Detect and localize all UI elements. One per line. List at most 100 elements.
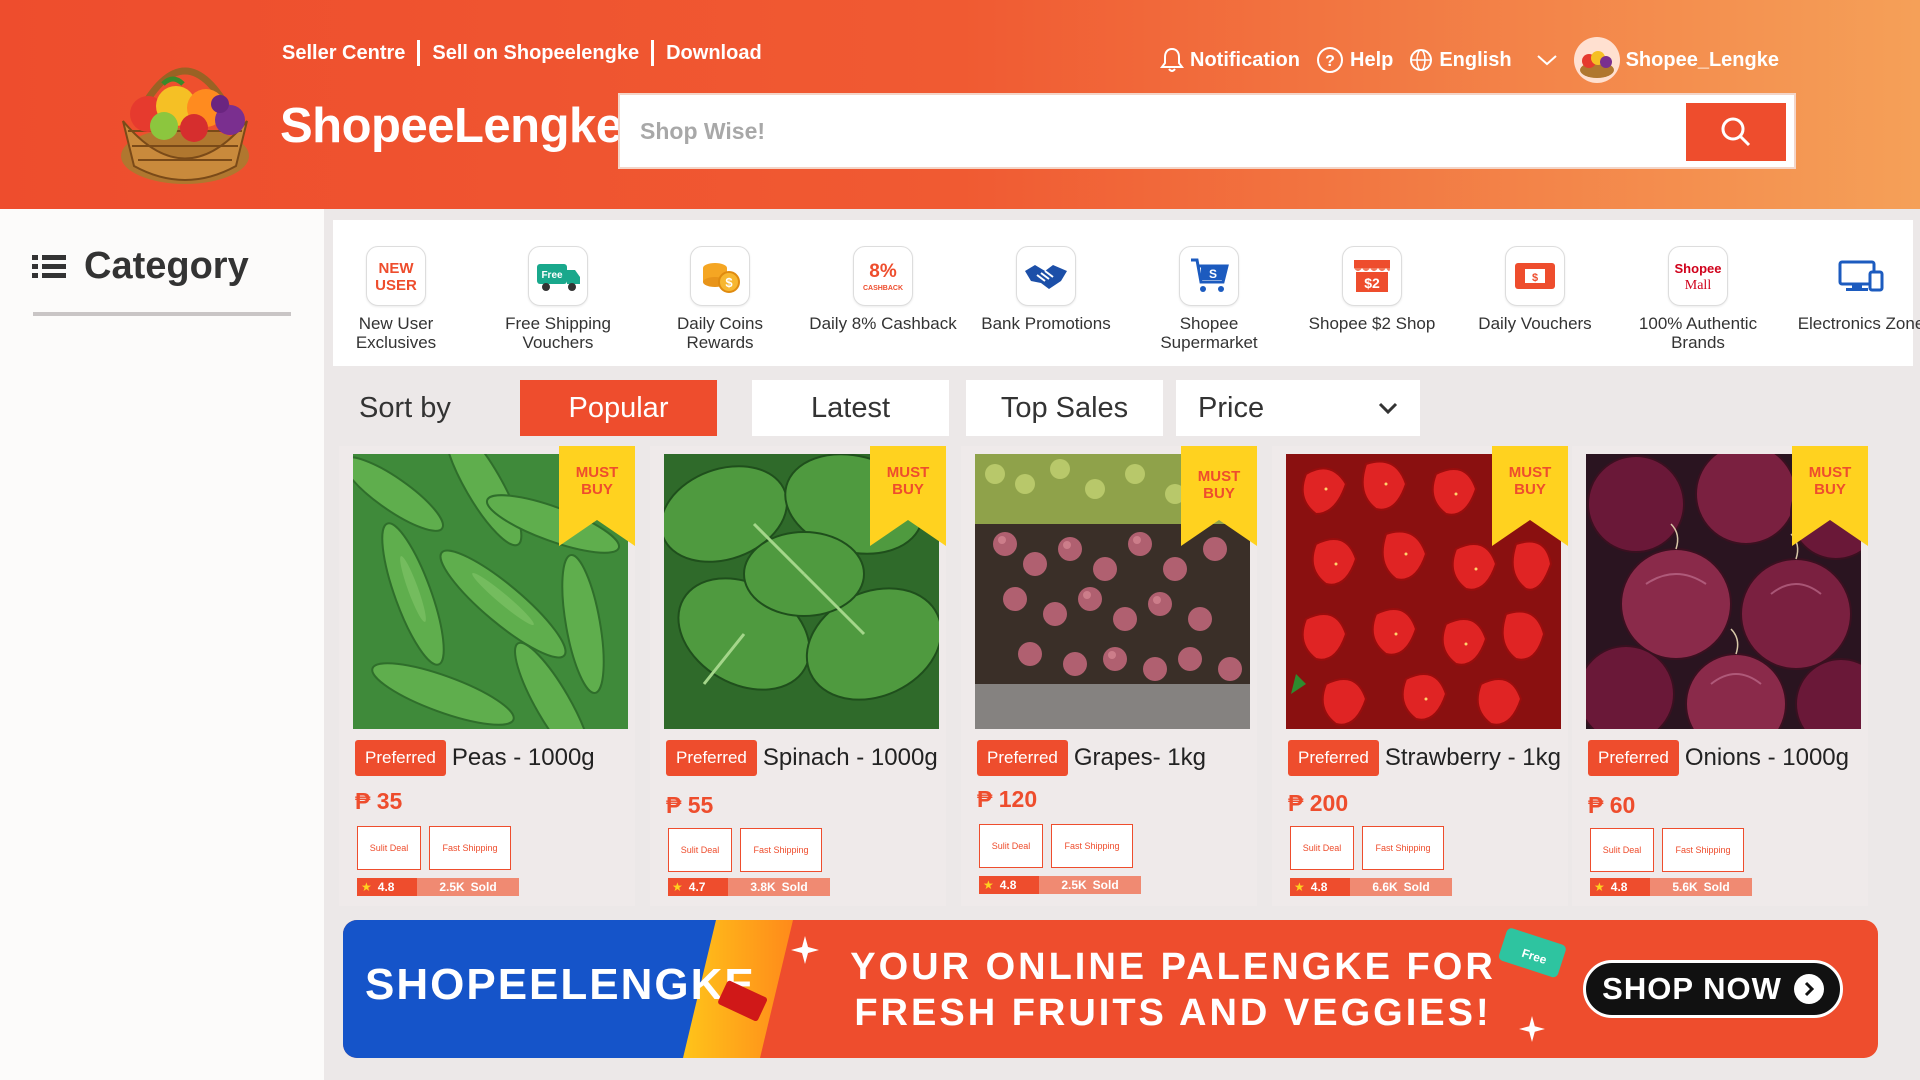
banner-brand: SHOPEELENGKE <box>365 960 756 1009</box>
product-price: ₱ 60 <box>1588 792 1636 818</box>
category-heading[interactable]: Category <box>32 245 249 288</box>
sulit-deal-tag: Sulit Deal <box>1290 826 1354 870</box>
shop-now-button[interactable]: SHOP NOW <box>1583 960 1843 1018</box>
category-daily-vouchers[interactable]: $ Daily Vouchers <box>1460 246 1610 333</box>
sulit-deal-tag: Sulit Deal <box>979 824 1043 868</box>
sidebar: Category <box>0 209 324 1080</box>
rating-value: 4.8 <box>377 880 395 894</box>
product-name[interactable]: Spinach - 1000g <box>763 744 938 772</box>
fast-shipping-tag: Fast Shipping <box>740 828 822 872</box>
product-name[interactable]: Peas - 1000g <box>452 744 595 772</box>
sulit-deal-tag: Sulit Deal <box>357 826 421 870</box>
product-card[interactable]: MUST BUY Preferred Onions - 1000g ₱ 60 S… <box>1572 446 1868 906</box>
user-profile[interactable]: Shopee_Lengke <box>1573 37 1779 83</box>
sulit-deal-tag: Sulit Deal <box>668 828 732 872</box>
shopee-mall-icon: Shopee Mall <box>1668 246 1728 306</box>
category-electronics-zone[interactable]: Electronics Zone <box>1786 246 1920 333</box>
sold-label: Sold <box>1403 880 1430 894</box>
rating-value: 4.7 <box>688 880 706 894</box>
sort-popular-button[interactable]: Popular <box>520 380 717 436</box>
handshake-icon <box>1016 246 1076 306</box>
category-label: Bank Promotions <box>981 314 1111 333</box>
chevron-down-icon <box>1536 55 1557 66</box>
star-icon: ★ <box>672 880 683 894</box>
product-price: ₱ 120 <box>977 786 1038 812</box>
sold-count: 2.5K <box>439 880 465 894</box>
category-daily-coins[interactable]: $ Daily Coins Rewards <box>645 246 795 352</box>
language-label: English <box>1439 48 1512 71</box>
preferred-badge: Preferred <box>1288 740 1379 776</box>
sort-top-sales-button[interactable]: Top Sales <box>966 380 1163 436</box>
sulit-deal-tag: Sulit Deal <box>1590 828 1654 872</box>
category-free-shipping[interactable]: Free Free Shipping Vouchers <box>483 246 633 352</box>
product-card[interactable]: MUST BUY Preferred Strawberry - 1kg ₱ 20… <box>1272 446 1568 906</box>
shop-now-label: SHOP NOW <box>1602 971 1782 1006</box>
category-shopee-supermarket[interactable]: S Shopee Supermarket <box>1134 246 1284 352</box>
sparkle-icon <box>1519 1016 1545 1042</box>
sort-latest-button[interactable]: Latest <box>752 380 949 436</box>
sold-count: 2.5K <box>1061 878 1087 892</box>
coins-icon: $ <box>690 246 750 306</box>
basket-logo[interactable] <box>108 36 262 188</box>
rating-bar: ★ 4.8 6.6K Sold <box>1290 878 1452 896</box>
sold-label: Sold <box>1703 880 1730 894</box>
preferred-badge: Preferred <box>355 740 446 776</box>
help-button[interactable]: ? Help <box>1316 46 1393 74</box>
sort-price-dropdown[interactable]: Price <box>1176 380 1420 436</box>
category-label: Free Shipping Vouchers <box>505 314 611 352</box>
star-icon: ★ <box>983 878 994 892</box>
sold-label: Sold <box>1092 878 1119 892</box>
category-daily-cashback[interactable]: 8% CASHBACK Daily 8% Cashback <box>808 246 958 333</box>
help-label: Help <box>1350 48 1394 71</box>
product-card[interactable]: MUST BUY Preferred Grapes- 1kg ₱ 120 Sul… <box>961 446 1257 906</box>
notification-button[interactable]: Notification <box>1160 47 1300 73</box>
category-label: Electronics Zone <box>1797 314 1920 333</box>
sell-on-shopeelengke-link[interactable]: Sell on Shopeelengke <box>432 42 639 65</box>
sold-count: 5.6K <box>1672 880 1698 894</box>
search-button[interactable] <box>1686 103 1786 161</box>
svg-text:$: $ <box>1532 272 1538 284</box>
category-strip: NEW USER New User Exclusives Free Free Sh… <box>333 220 1920 366</box>
category-label: Daily Vouchers <box>1478 314 1592 333</box>
star-icon: ★ <box>1294 880 1305 894</box>
notification-label: Notification <box>1190 48 1300 71</box>
fast-shipping-tag: Fast Shipping <box>1051 824 1133 868</box>
star-icon: ★ <box>1594 880 1605 894</box>
svg-text:USER: USER <box>375 277 417 294</box>
svg-text:Free: Free <box>541 270 563 281</box>
fast-shipping-tag: Fast Shipping <box>1662 828 1744 872</box>
search-bar <box>618 93 1796 169</box>
category-two-dollar-shop[interactable]: $2 Shopee $2 Shop <box>1297 246 1447 333</box>
product-name[interactable]: Grapes- 1kg <box>1074 744 1206 772</box>
fast-shipping-tag: Fast Shipping <box>429 826 511 870</box>
must-buy-badge: MUST BUY <box>559 446 635 546</box>
category-bank-promotions[interactable]: Bank Promotions <box>971 246 1121 333</box>
language-selector[interactable]: English <box>1409 48 1557 72</box>
category-new-user[interactable]: NEW USER New User Exclusives <box>321 246 471 352</box>
promo-banner[interactable]: SHOPEELENGKE YOUR ONLINE PALENGKE FOR FR… <box>343 920 1878 1058</box>
divider <box>33 312 291 316</box>
banner-message: YOUR ONLINE PALENGKE FOR FRESH FRUITS AN… <box>843 944 1503 1036</box>
category-label: New User Exclusives <box>355 314 437 352</box>
search-icon <box>1721 117 1751 147</box>
svg-text:CASHBACK: CASHBACK <box>863 285 903 292</box>
product-card[interactable]: MUST BUY Preferred Peas - 1000g ₱ 35 Sul… <box>339 446 635 906</box>
bell-icon <box>1160 47 1184 72</box>
sort-by-label: Sort by <box>339 380 504 436</box>
product-price: ₱ 35 <box>355 788 403 814</box>
download-link[interactable]: Download <box>666 42 762 65</box>
rating-value: 4.8 <box>1310 880 1328 894</box>
product-name[interactable]: Strawberry - 1kg <box>1385 744 1561 772</box>
globe-icon <box>1410 49 1433 71</box>
category-label: Daily 8% Cashback <box>809 314 957 333</box>
star-icon: ★ <box>361 880 372 894</box>
brand-name[interactable]: ShopeeLengke <box>280 98 623 154</box>
divider <box>417 40 421 66</box>
avatar <box>1573 37 1620 83</box>
two-dollar-shop-icon: $2 <box>1342 246 1402 306</box>
search-input[interactable] <box>640 95 1640 167</box>
category-authentic-brands[interactable]: Shopee Mall 100% Authentic Brands <box>1623 246 1773 352</box>
seller-centre-link[interactable]: Seller Centre <box>282 42 405 65</box>
product-name[interactable]: Onions - 1000g <box>1685 744 1849 772</box>
product-card[interactable]: MUST BUY Preferred Spinach - 1000g ₱ 55 … <box>650 446 946 906</box>
